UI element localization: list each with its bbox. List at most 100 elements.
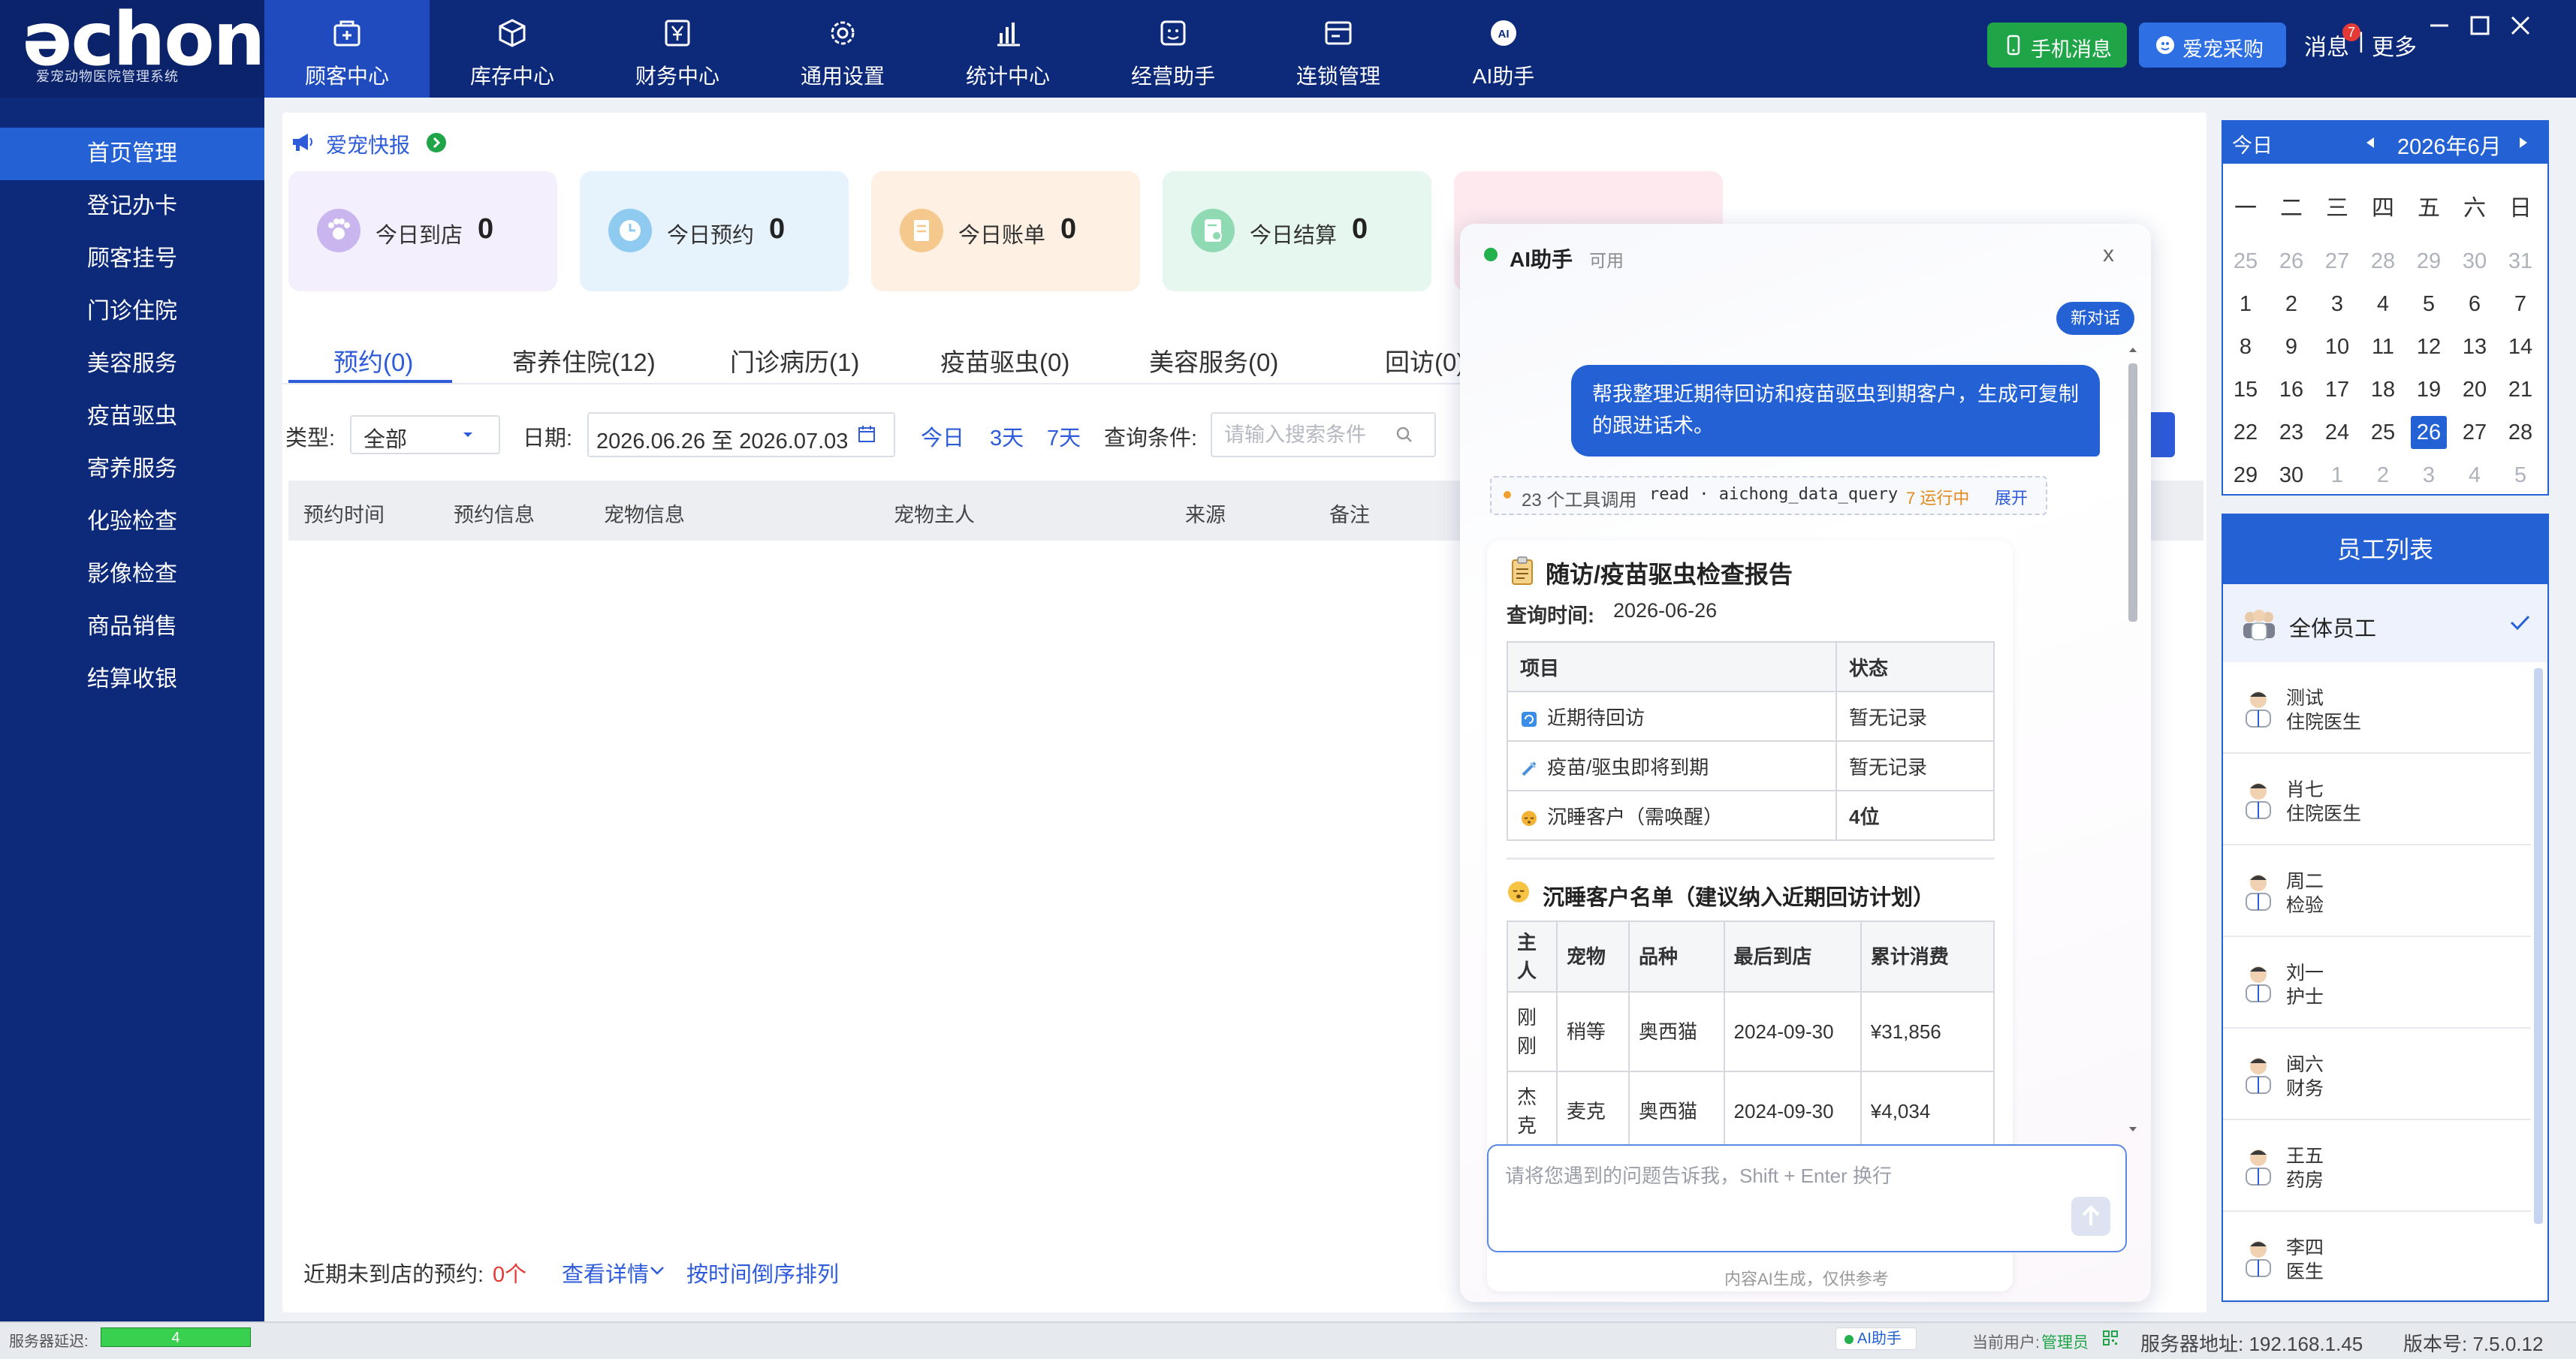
table-column-header[interactable]: 预约时间: [303, 499, 385, 528]
stat-card[interactable]: 今日到店 0: [288, 171, 557, 291]
scroll-down-icon[interactable]: [2127, 1123, 2139, 1135]
send-button[interactable]: [2071, 1197, 2110, 1236]
sidebar-item[interactable]: 顾客挂号: [0, 233, 264, 285]
sidebar-item[interactable]: 商品销售: [0, 601, 264, 653]
close-window-icon[interactable]: [2504, 11, 2537, 41]
calendar-day[interactable]: 29: [2228, 459, 2264, 492]
calendar-day[interactable]: 30: [2457, 245, 2493, 278]
calendar-day[interactable]: 5: [2411, 288, 2447, 321]
calendar-day[interactable]: 17: [2319, 373, 2355, 406]
tab[interactable]: 美容服务(0): [1149, 342, 1278, 378]
ai-scrollbar-thumb[interactable]: [2128, 363, 2137, 622]
staff-item[interactable]: 刘一 护士: [2223, 937, 2531, 1029]
sidebar-item[interactable]: 首页管理: [0, 128, 264, 180]
calendar-day[interactable]: 1: [2319, 459, 2355, 492]
mobile-message-button[interactable]: 手机消息: [1987, 23, 2127, 68]
tab[interactable]: 预约(0): [333, 342, 413, 378]
nav-item-business-assistant[interactable]: 经营助手: [1090, 0, 1256, 98]
calendar-day[interactable]: 28: [2502, 416, 2538, 449]
calendar-day[interactable]: 25: [2228, 245, 2264, 278]
calendar-day-selected[interactable]: 26: [2411, 416, 2447, 449]
sidebar-item[interactable]: 寄养服务: [0, 443, 264, 496]
calendar-day[interactable]: 8: [2228, 330, 2264, 363]
calendar-day[interactable]: 18: [2365, 373, 2401, 406]
nav-item-inventory-box[interactable]: 库存中心: [430, 0, 595, 98]
calendar-day[interactable]: 27: [2319, 245, 2355, 278]
staff-item[interactable]: 李四 医生: [2223, 1212, 2531, 1303]
nav-item-ai-assistant[interactable]: AI AI助手: [1421, 0, 1586, 98]
quick-3-days[interactable]: 3天: [990, 420, 1024, 452]
ai-close-button[interactable]: x: [2103, 242, 2114, 267]
calendar-day[interactable]: 15: [2228, 373, 2264, 406]
calendar-today-button[interactable]: 今日: [2232, 129, 2273, 158]
bulletin-title[interactable]: 爱宠快报: [326, 129, 410, 159]
minimize-icon[interactable]: [2423, 11, 2456, 41]
calendar-day[interactable]: 22: [2228, 416, 2264, 449]
calendar-day[interactable]: 11: [2365, 330, 2401, 363]
calendar-day[interactable]: 28: [2365, 245, 2401, 278]
calendar-day[interactable]: 3: [2319, 288, 2355, 321]
stat-card[interactable]: 今日账单 0: [871, 171, 1140, 291]
staff-item[interactable]: 周二 检验: [2223, 845, 2531, 937]
new-chat-button[interactable]: 新对话: [2056, 302, 2134, 335]
purchase-button[interactable]: 爱宠采购: [2139, 23, 2286, 68]
stat-card[interactable]: 今日预约 0: [580, 171, 849, 291]
sidebar-item[interactable]: 化验检查: [0, 496, 264, 548]
calendar-day[interactable]: 26: [2273, 245, 2309, 278]
view-details-link[interactable]: 查看详情: [562, 1257, 649, 1288]
staff-item[interactable]: 王五 药房: [2223, 1120, 2531, 1212]
nav-item-customer-center[interactable]: 顾客中心: [264, 0, 430, 98]
sort-by-time-link[interactable]: 按时间倒序排列: [686, 1257, 839, 1288]
table-column-header[interactable]: 宠物信息: [604, 499, 685, 528]
tool-expand-link[interactable]: 展开: [1995, 485, 2028, 509]
calendar-day[interactable]: 2: [2273, 288, 2309, 321]
nav-item-chain-management[interactable]: 连锁管理: [1256, 0, 1421, 98]
staff-scrollbar[interactable]: [2534, 668, 2543, 1224]
calendar-day[interactable]: 12: [2411, 330, 2447, 363]
staff-item[interactable]: 闽六 财务: [2223, 1029, 2531, 1120]
table-column-header[interactable]: 来源: [1185, 499, 1226, 528]
stat-card[interactable]: 今日结算 0: [1163, 171, 1431, 291]
table-column-header[interactable]: 备注: [1329, 499, 1370, 528]
sidebar-item[interactable]: 美容服务: [0, 338, 264, 390]
calendar-day[interactable]: 4: [2365, 288, 2401, 321]
sidebar-item[interactable]: 登记办卡: [0, 180, 264, 233]
calendar-day[interactable]: 21: [2502, 373, 2538, 406]
maximize-icon[interactable]: [2463, 11, 2496, 41]
chevron-down-icon[interactable]: [649, 1264, 665, 1276]
calendar-icon[interactable]: [856, 423, 877, 444]
sidebar-item[interactable]: 门诊住院: [0, 285, 264, 338]
calendar-day[interactable]: 4: [2457, 459, 2493, 492]
calendar-day[interactable]: 27: [2457, 416, 2493, 449]
arrow-right-circle-icon[interactable]: [425, 131, 448, 154]
more-link[interactable]: 更多: [2372, 29, 2417, 62]
calendar-day[interactable]: 16: [2273, 373, 2309, 406]
calendar-day[interactable]: 5: [2502, 459, 2538, 492]
nav-item-settings-gear[interactable]: 通用设置: [760, 0, 925, 98]
calendar-day[interactable]: 13: [2457, 330, 2493, 363]
table-column-header[interactable]: 预约信息: [454, 499, 535, 528]
quick-today[interactable]: 今日: [921, 420, 964, 452]
qr-code-icon[interactable]: [2103, 1330, 2118, 1345]
prev-month-icon[interactable]: [2364, 135, 2376, 150]
calendar-day[interactable]: 31: [2502, 245, 2538, 278]
calendar-day[interactable]: 2: [2365, 459, 2401, 492]
tab[interactable]: 疫苗驱虫(0): [940, 342, 1069, 378]
sidebar-item[interactable]: 影像检查: [0, 548, 264, 601]
scroll-up-icon[interactable]: [2127, 344, 2139, 356]
calendar-day[interactable]: 29: [2411, 245, 2447, 278]
search-icon[interactable]: [1394, 424, 1415, 445]
calendar-day[interactable]: 9: [2273, 330, 2309, 363]
nav-item-finance-yen[interactable]: 财务中心: [595, 0, 760, 98]
calendar-day[interactable]: 30: [2273, 459, 2309, 492]
calendar-day[interactable]: 20: [2457, 373, 2493, 406]
tab[interactable]: 回访(0): [1385, 342, 1464, 378]
calendar-day[interactable]: 6: [2457, 288, 2493, 321]
calendar-day[interactable]: 1: [2228, 288, 2264, 321]
staff-item[interactable]: 肖七 住院医生: [2223, 754, 2531, 845]
next-month-icon[interactable]: [2517, 135, 2529, 150]
staff-item[interactable]: 测试 住院医生: [2223, 662, 2531, 754]
calendar-day[interactable]: 19: [2411, 373, 2447, 406]
ai-chat-input[interactable]: [1487, 1144, 2127, 1252]
tab[interactable]: 寄养住院(12): [512, 342, 656, 378]
